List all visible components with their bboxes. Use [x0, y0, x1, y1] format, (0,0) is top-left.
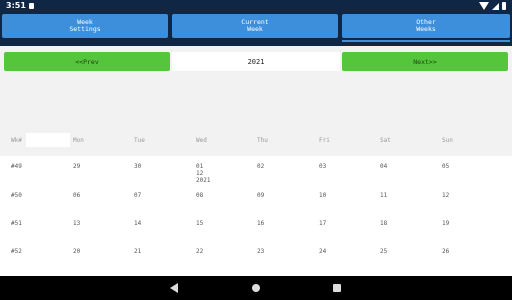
day-cell[interactable]: 08 [196, 192, 203, 199]
day-cell-today[interactable]: 01 12 2021 [196, 163, 210, 184]
day-cell[interactable]: 15 [196, 220, 203, 227]
day-cell[interactable]: 20 [73, 248, 80, 255]
day-cell[interactable]: 24 [319, 248, 326, 255]
header-thu: Thu [257, 137, 268, 144]
prev-button[interactable]: <<Prev [4, 52, 170, 71]
week-number: #50 [11, 192, 22, 199]
day-cell[interactable]: 13 [73, 220, 80, 227]
day-cell[interactable]: 22 [196, 248, 203, 255]
calendar-header-row: Wk# Mon Tue Wed Thu Fri Sat Sun [0, 137, 512, 145]
day-cell[interactable]: 26 [442, 248, 449, 255]
status-icons [479, 2, 506, 10]
sd-card-icon [29, 3, 34, 9]
day-cell[interactable]: 14 [134, 220, 141, 227]
status-bar: 3:51 [0, 0, 512, 12]
day-cell[interactable]: 30 [134, 163, 141, 170]
recent-apps-icon[interactable] [333, 284, 341, 292]
day-cell[interactable]: 16 [257, 220, 264, 227]
week-row: #51 13 14 15 16 17 18 19 [0, 220, 512, 240]
day-cell[interactable]: 17 [319, 220, 326, 227]
header-sun: Sun [442, 137, 453, 144]
header-sat: Sat [380, 137, 391, 144]
home-icon[interactable] [252, 284, 260, 292]
day-cell[interactable]: 21 [134, 248, 141, 255]
day-cell[interactable]: 06 [73, 192, 80, 199]
status-time: 3:51 [6, 1, 26, 10]
day-cell[interactable]: 18 [380, 220, 387, 227]
header-wed: Wed [196, 137, 207, 144]
day-cell[interactable]: 05 [442, 163, 449, 170]
week-number: #52 [11, 248, 22, 255]
day-cell[interactable]: 23 [257, 248, 264, 255]
year-label: 2021 [172, 52, 340, 71]
week-row: #52 20 21 22 23 24 25 26 [0, 248, 512, 268]
day-cell[interactable]: 19 [442, 220, 449, 227]
week-number: #49 [11, 163, 22, 170]
day-cell[interactable]: 11 [380, 192, 387, 199]
day-cell[interactable]: 03 [319, 163, 326, 170]
next-button[interactable]: Next>> [342, 52, 508, 71]
header-mon: Mon [73, 137, 84, 144]
tab-other-weeks[interactable]: Other Weeks [342, 14, 510, 38]
day-cell[interactable]: 12 [442, 192, 449, 199]
header-fri: Fri [319, 137, 330, 144]
battery-icon [502, 2, 506, 10]
signal-icon [492, 2, 499, 10]
week-row: #50 06 07 08 09 10 11 12 [0, 192, 512, 212]
header-week: Wk# [11, 137, 22, 144]
day-cell[interactable]: 29 [73, 163, 80, 170]
back-icon[interactable] [170, 283, 178, 293]
tab-bar: Week Settings Current Week Other Weeks [0, 12, 512, 46]
week-row: #49 29 30 01 12 2021 02 03 04 05 [0, 163, 512, 184]
week-number: #51 [11, 220, 22, 227]
day-cell[interactable]: 25 [380, 248, 387, 255]
day-cell[interactable]: 02 [257, 163, 264, 170]
active-tab-indicator [342, 40, 510, 42]
year-nav: <<Prev 2021 Next>> [0, 52, 512, 71]
system-nav-bar [0, 276, 512, 300]
header-tue: Tue [134, 137, 145, 144]
day-cell[interactable]: 04 [380, 163, 387, 170]
tab-week-settings[interactable]: Week Settings [2, 14, 168, 38]
day-cell[interactable]: 09 [257, 192, 264, 199]
day-cell[interactable]: 10 [319, 192, 326, 199]
wifi-icon [479, 2, 489, 10]
tab-current-week[interactable]: Current Week [172, 14, 338, 38]
day-cell[interactable]: 07 [134, 192, 141, 199]
